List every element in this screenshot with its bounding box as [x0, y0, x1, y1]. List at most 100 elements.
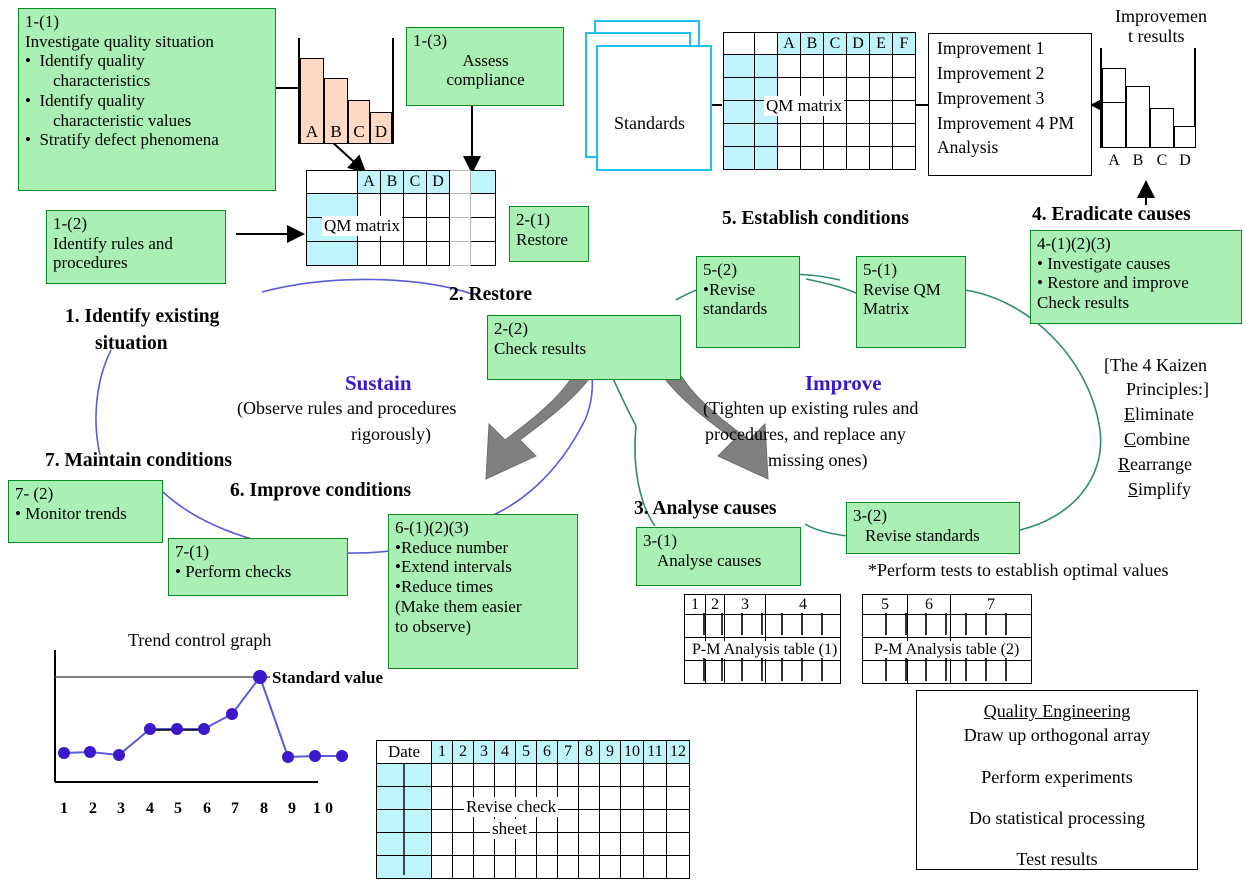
xtick-7: 7 — [231, 800, 239, 817]
kaizen-item-2: Rearrange — [1118, 454, 1192, 474]
box-5-1-line3: Matrix — [863, 299, 910, 319]
xtick-10: 1 0 — [313, 800, 333, 817]
date-header: Date — [376, 740, 432, 764]
stage-2-title: 2. Restore — [449, 284, 533, 305]
bar2-B — [1126, 86, 1150, 148]
box-1-1-bullet-0: • Identify quality — [25, 51, 145, 71]
box-5-1-line2: Revise QM — [863, 279, 941, 299]
box-4: 4-(1)(2)(3) • Investigate causes • Resto… — [1030, 230, 1242, 324]
box-7-2-number: 7- (2) — [15, 484, 54, 503]
pm1-h4: 4 — [765, 594, 841, 615]
table-row — [376, 855, 690, 879]
box-6-number: 6-(1)(2)(3) — [395, 518, 469, 537]
trend-graph-xticks: 1 2 3 4 5 6 7 8 9 1 0 — [55, 800, 355, 820]
box-6-line4: •Reduce times — [395, 577, 494, 597]
bar-D: D — [370, 112, 392, 144]
pm1-h3: 3 — [724, 594, 766, 615]
box-1-1-bullet-0b: characteristics — [53, 71, 151, 91]
xtick-6: 6 — [203, 800, 211, 817]
pm2-h2: 6 — [907, 594, 951, 615]
bar-A: A — [300, 58, 324, 144]
table-row — [862, 660, 1032, 684]
stage-7-title: 7. Maintain conditions — [45, 450, 232, 471]
qm-left-header-row: A B C D — [306, 170, 496, 194]
tick-B: B — [1132, 152, 1144, 169]
kaizen-header-l2: Principles:] — [1126, 379, 1209, 399]
cs-h8: 8 — [578, 740, 600, 764]
cs-h3: 3 — [473, 740, 495, 764]
box-5-1-number: 5-(1) — [863, 260, 897, 279]
pm-analysis-table-1: 1 2 3 4 — [684, 594, 841, 684]
bar-B: B — [324, 78, 348, 144]
pm2-h3: 7 — [950, 594, 1032, 615]
cs-h5: 5 — [515, 740, 537, 764]
box-1-2-number: 1-(2) — [53, 214, 87, 233]
xtick-3: 3 — [117, 800, 125, 817]
kaizen-header-l1: [The 4 Kaizen — [1104, 355, 1207, 375]
revise-check-label-l1: Revise check — [464, 797, 559, 817]
box-1-1: 1-(1) Investigate quality situation • Id… — [18, 8, 276, 191]
box-6: 6-(1)(2)(3) •Reduce number •Extend inter… — [388, 514, 578, 669]
bar-label-D: D — [374, 122, 388, 141]
qm-left-col-D: D — [426, 170, 450, 194]
kaizen-item-1: Combine — [1124, 429, 1191, 449]
box-2-2-line2: Check results — [494, 338, 587, 358]
pm-analysis-table-2: 5 6 7 — [862, 594, 1032, 684]
kaizen-item-0: Eliminate — [1124, 404, 1194, 424]
qm-left-col-C: C — [403, 170, 427, 194]
cs-h12: 12 — [666, 740, 690, 764]
bar2-A — [1102, 68, 1126, 148]
improve-title: Improve — [805, 371, 882, 395]
qm-right-col-B: B — [800, 32, 824, 55]
stage-1-title: 1. Identify existing — [65, 306, 220, 327]
box-2-2: 2-(2) Check results — [487, 315, 681, 380]
table-row — [723, 123, 916, 147]
qm-left-col-B: B — [380, 170, 404, 194]
box-1-1-number: 1-(1) — [25, 12, 59, 31]
qm-right-col-E: E — [869, 32, 893, 55]
xtick-8: 8 — [260, 800, 268, 817]
cs-h10: 10 — [620, 740, 644, 764]
xtick-5: 5 — [174, 800, 182, 817]
cs-h9: 9 — [599, 740, 621, 764]
box-7-1-number: 7-(1) — [175, 542, 209, 561]
pm-table-1-label: P-M Analysis table (1) — [690, 641, 840, 659]
box-3-2: 3-(2) Revise standards — [846, 502, 1020, 554]
improvement-results-chart — [1100, 48, 1196, 148]
box-3-2-line2: Revise standards — [865, 525, 980, 545]
qm-left-col-A: A — [357, 170, 381, 194]
improvements-box: Improvement 1 Improvement 2 Improvement … — [928, 33, 1092, 176]
qm-right-header-row: A B C D E F — [723, 32, 916, 55]
cs-h2: 2 — [452, 740, 474, 764]
table-row — [306, 193, 496, 218]
box-1-3-line3: compliance — [446, 70, 525, 90]
quality-engineering-box: Quality Engineering Draw up orthogonal a… — [916, 690, 1198, 870]
box-2-2-number: 2-(2) — [494, 319, 528, 338]
box-4-line4: Check results — [1037, 293, 1130, 313]
box-1-1-bullet-1b: characteristic values — [53, 110, 192, 130]
improvement-results-label-l2: t results — [1128, 26, 1185, 46]
kaizen-item-3: Simplify — [1128, 479, 1192, 499]
box-7-2: 7- (2) • Monitor trends — [8, 480, 163, 543]
revise-check-label-l2: sheet — [490, 819, 529, 839]
qm-right-col-D: D — [846, 32, 870, 55]
xtick-2: 2 — [89, 800, 97, 817]
box-5-2-number: 5-(2) — [703, 260, 737, 279]
qe-step-3: Test results — [1016, 849, 1098, 870]
bar2-C — [1150, 108, 1174, 148]
table-row — [723, 146, 916, 170]
box-1-3-line2: Assess — [462, 50, 509, 70]
bar-label-B: B — [330, 122, 342, 141]
improvement-results-ticks: A B C D — [1100, 152, 1196, 172]
box-2-1-number: 2-(1) — [516, 210, 550, 229]
stage-6-title: 6. Improve conditions — [230, 480, 412, 501]
stage-3-title: 3. Analyse causes — [634, 498, 777, 519]
box-3-1-line2: Analyse causes — [657, 550, 762, 570]
bar2-A-split — [1102, 102, 1126, 103]
box-6-line2: •Reduce number — [395, 537, 509, 557]
table-row — [306, 241, 496, 266]
box-4-line3: • Restore and improve — [1037, 273, 1189, 293]
stage-5-title: 5. Establish conditions — [722, 208, 909, 229]
bar-label-C: C — [353, 122, 365, 141]
box-3-1-number: 3-(1) — [643, 531, 677, 550]
